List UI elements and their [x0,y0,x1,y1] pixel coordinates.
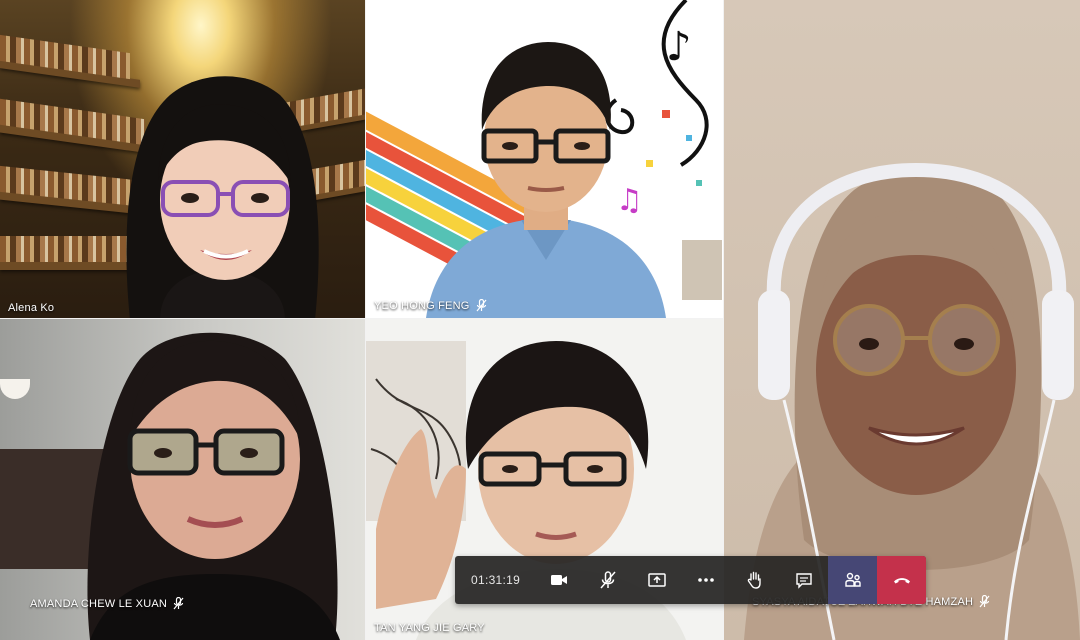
raise-hand-icon [747,571,761,589]
video-tile-amanda-chew[interactable]: AMANDA CHEW LE XUAN [0,319,365,640]
participant-video-yeo-hong-feng [426,30,666,318]
participant-name: Alena Ko [8,302,55,314]
camera-button[interactable] [534,556,583,604]
chat-icon [795,573,812,589]
participants-icon [844,572,861,587]
video-tile-yeo-hong-feng[interactable]: ♪ ♫ YEO HONG FENG [366,0,723,318]
lamp [0,379,30,399]
raise-hand-button[interactable] [730,556,779,604]
mic-muted-icon [173,597,184,610]
participant-name-label: TAN YANG JIE GARY [366,618,493,638]
share-screen-icon [647,573,666,587]
mic-button[interactable] [583,556,632,604]
video-call-stage: Alena Ko ♪ ♫ YEO HONG FENG HAMZAH AMANDA… [0,0,1080,640]
mic-muted-icon [979,595,990,608]
video-tile-alena-ko[interactable]: Alena Ko [0,0,365,318]
participant-name: YEO HONG FENG [374,299,470,312]
mic-muted-icon [476,299,486,312]
call-controls-bar: 01:31:19 [455,556,927,604]
mic-muted-icon [600,571,616,589]
participant-name: AMANDA CHEW LE XUAN [30,597,168,610]
video-tile-syasya[interactable]: SYASYA AIDATUZ ZAHWAH BTE HAMZAH [724,0,1080,640]
participant-name-label: Alena Ko [0,298,62,318]
share-screen-button[interactable] [632,556,681,604]
chat-button[interactable] [779,556,828,604]
participant-name-label: AMANDA CHEW LE XUAN [22,593,192,614]
participants-button[interactable] [828,556,878,604]
participant-name-label: YEO HONG FENG [366,295,495,316]
participant-video-alena-ko [100,70,340,318]
more-options-icon [697,578,714,582]
camera-icon [550,575,567,585]
participant-name: TAN YANG JIE GARY [374,622,485,634]
svg-text:♪: ♪ [666,24,692,70]
participant-video-amanda-chew [70,319,365,640]
call-timer: 01:31:19 [471,573,521,587]
hang-up-button[interactable] [877,556,927,604]
hang-up-icon [893,578,910,584]
more-options-button[interactable] [681,556,730,604]
